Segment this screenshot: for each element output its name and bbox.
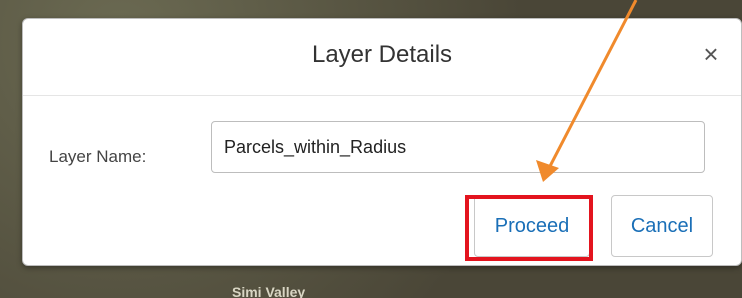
- annotation-arrow: [536, 0, 638, 182]
- arrow-head-icon: [536, 160, 559, 182]
- arrow-shaft: [545, 0, 638, 173]
